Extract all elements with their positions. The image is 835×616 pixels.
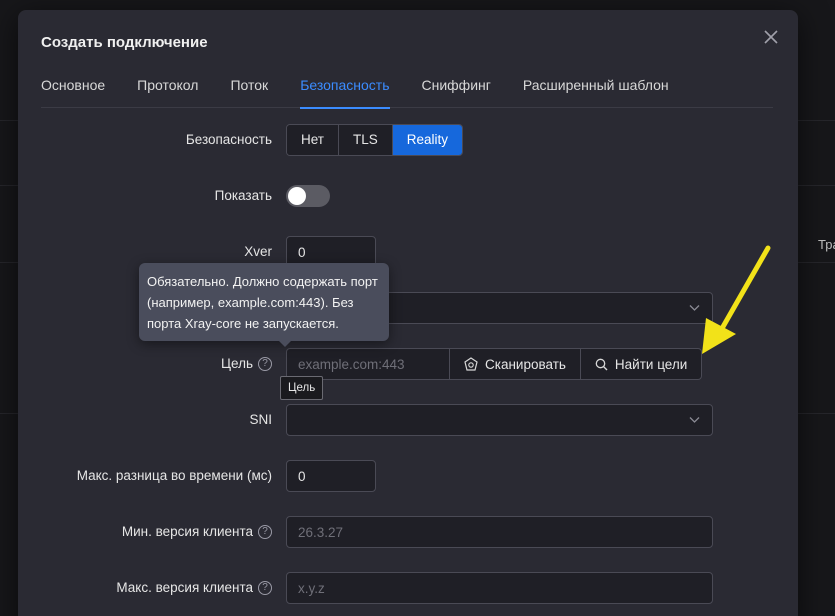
chevron-down-icon [689,305,700,311]
max-time-diff-row: Макс. разница во времени (мс) [18,460,798,492]
close-icon[interactable] [762,28,780,46]
help-icon[interactable]: ? [258,525,272,539]
min-client-version-label: Мин. версия клиента ? [122,516,272,548]
security-label: Безопасность [185,132,272,147]
radar-icon [464,357,478,371]
help-icon[interactable]: ? [258,581,272,595]
sni-select[interactable] [286,404,713,436]
tab-sniffing[interactable]: Сниффинг [422,70,491,108]
max-client-version-label: Макс. версия клиента ? [116,572,272,604]
max-client-version-row: Макс. версия клиента ? [18,572,798,604]
security-option-none[interactable]: Нет [287,125,339,155]
xver-row: Xver [18,236,798,268]
max-time-diff-label: Макс. разница во времени (мс) [76,468,272,483]
search-icon [595,358,608,370]
security-segmented: Нет TLS Reality [286,124,464,156]
tab-security[interactable]: Безопасность [300,70,390,109]
target-help-tooltip: Обязательно. Должно содержать порт (напр… [139,263,389,347]
chevron-down-icon [689,417,700,423]
security-row: Безопасность Нет TLS Reality [18,124,798,156]
sni-label: SNI [249,412,272,427]
background-column-header: Тра [818,237,835,252]
tab-protocol[interactable]: Протокол [137,70,198,108]
toggle-knob [288,187,306,205]
tab-stream[interactable]: Поток [230,70,268,108]
show-row: Показать [18,180,798,212]
help-icon[interactable]: ? [258,357,272,371]
target-hover-tip: Цель [280,376,324,400]
find-targets-button[interactable]: Найти цели [580,348,703,380]
security-option-tls[interactable]: TLS [339,125,393,155]
show-toggle[interactable] [286,185,330,207]
target-input-group: Сканировать Найти цели [286,348,703,380]
tab-advanced-template[interactable]: Расширенный шаблон [523,70,669,108]
target-row: Цель ? Сканировать Найти [18,348,798,380]
dest-select-row [18,292,798,324]
tab-bar: Основное Протокол Поток Безопасность Сни… [41,70,773,109]
sni-row: SNI [18,404,798,436]
modal-title: Создать подключение [41,34,208,51]
security-option-reality[interactable]: Reality [392,125,463,155]
tab-basic[interactable]: Основное [41,70,105,108]
min-client-version-row: Мин. версия клиента ? [18,516,798,548]
scan-button[interactable]: Сканировать [450,348,581,380]
min-client-version-input[interactable] [286,516,713,548]
show-label: Показать [214,188,272,203]
create-connection-modal: Создать подключение Основное Протокол По… [18,10,798,616]
target-label: Цель ? [221,348,272,380]
max-time-diff-input[interactable] [286,460,376,492]
max-client-version-input[interactable] [286,572,713,604]
